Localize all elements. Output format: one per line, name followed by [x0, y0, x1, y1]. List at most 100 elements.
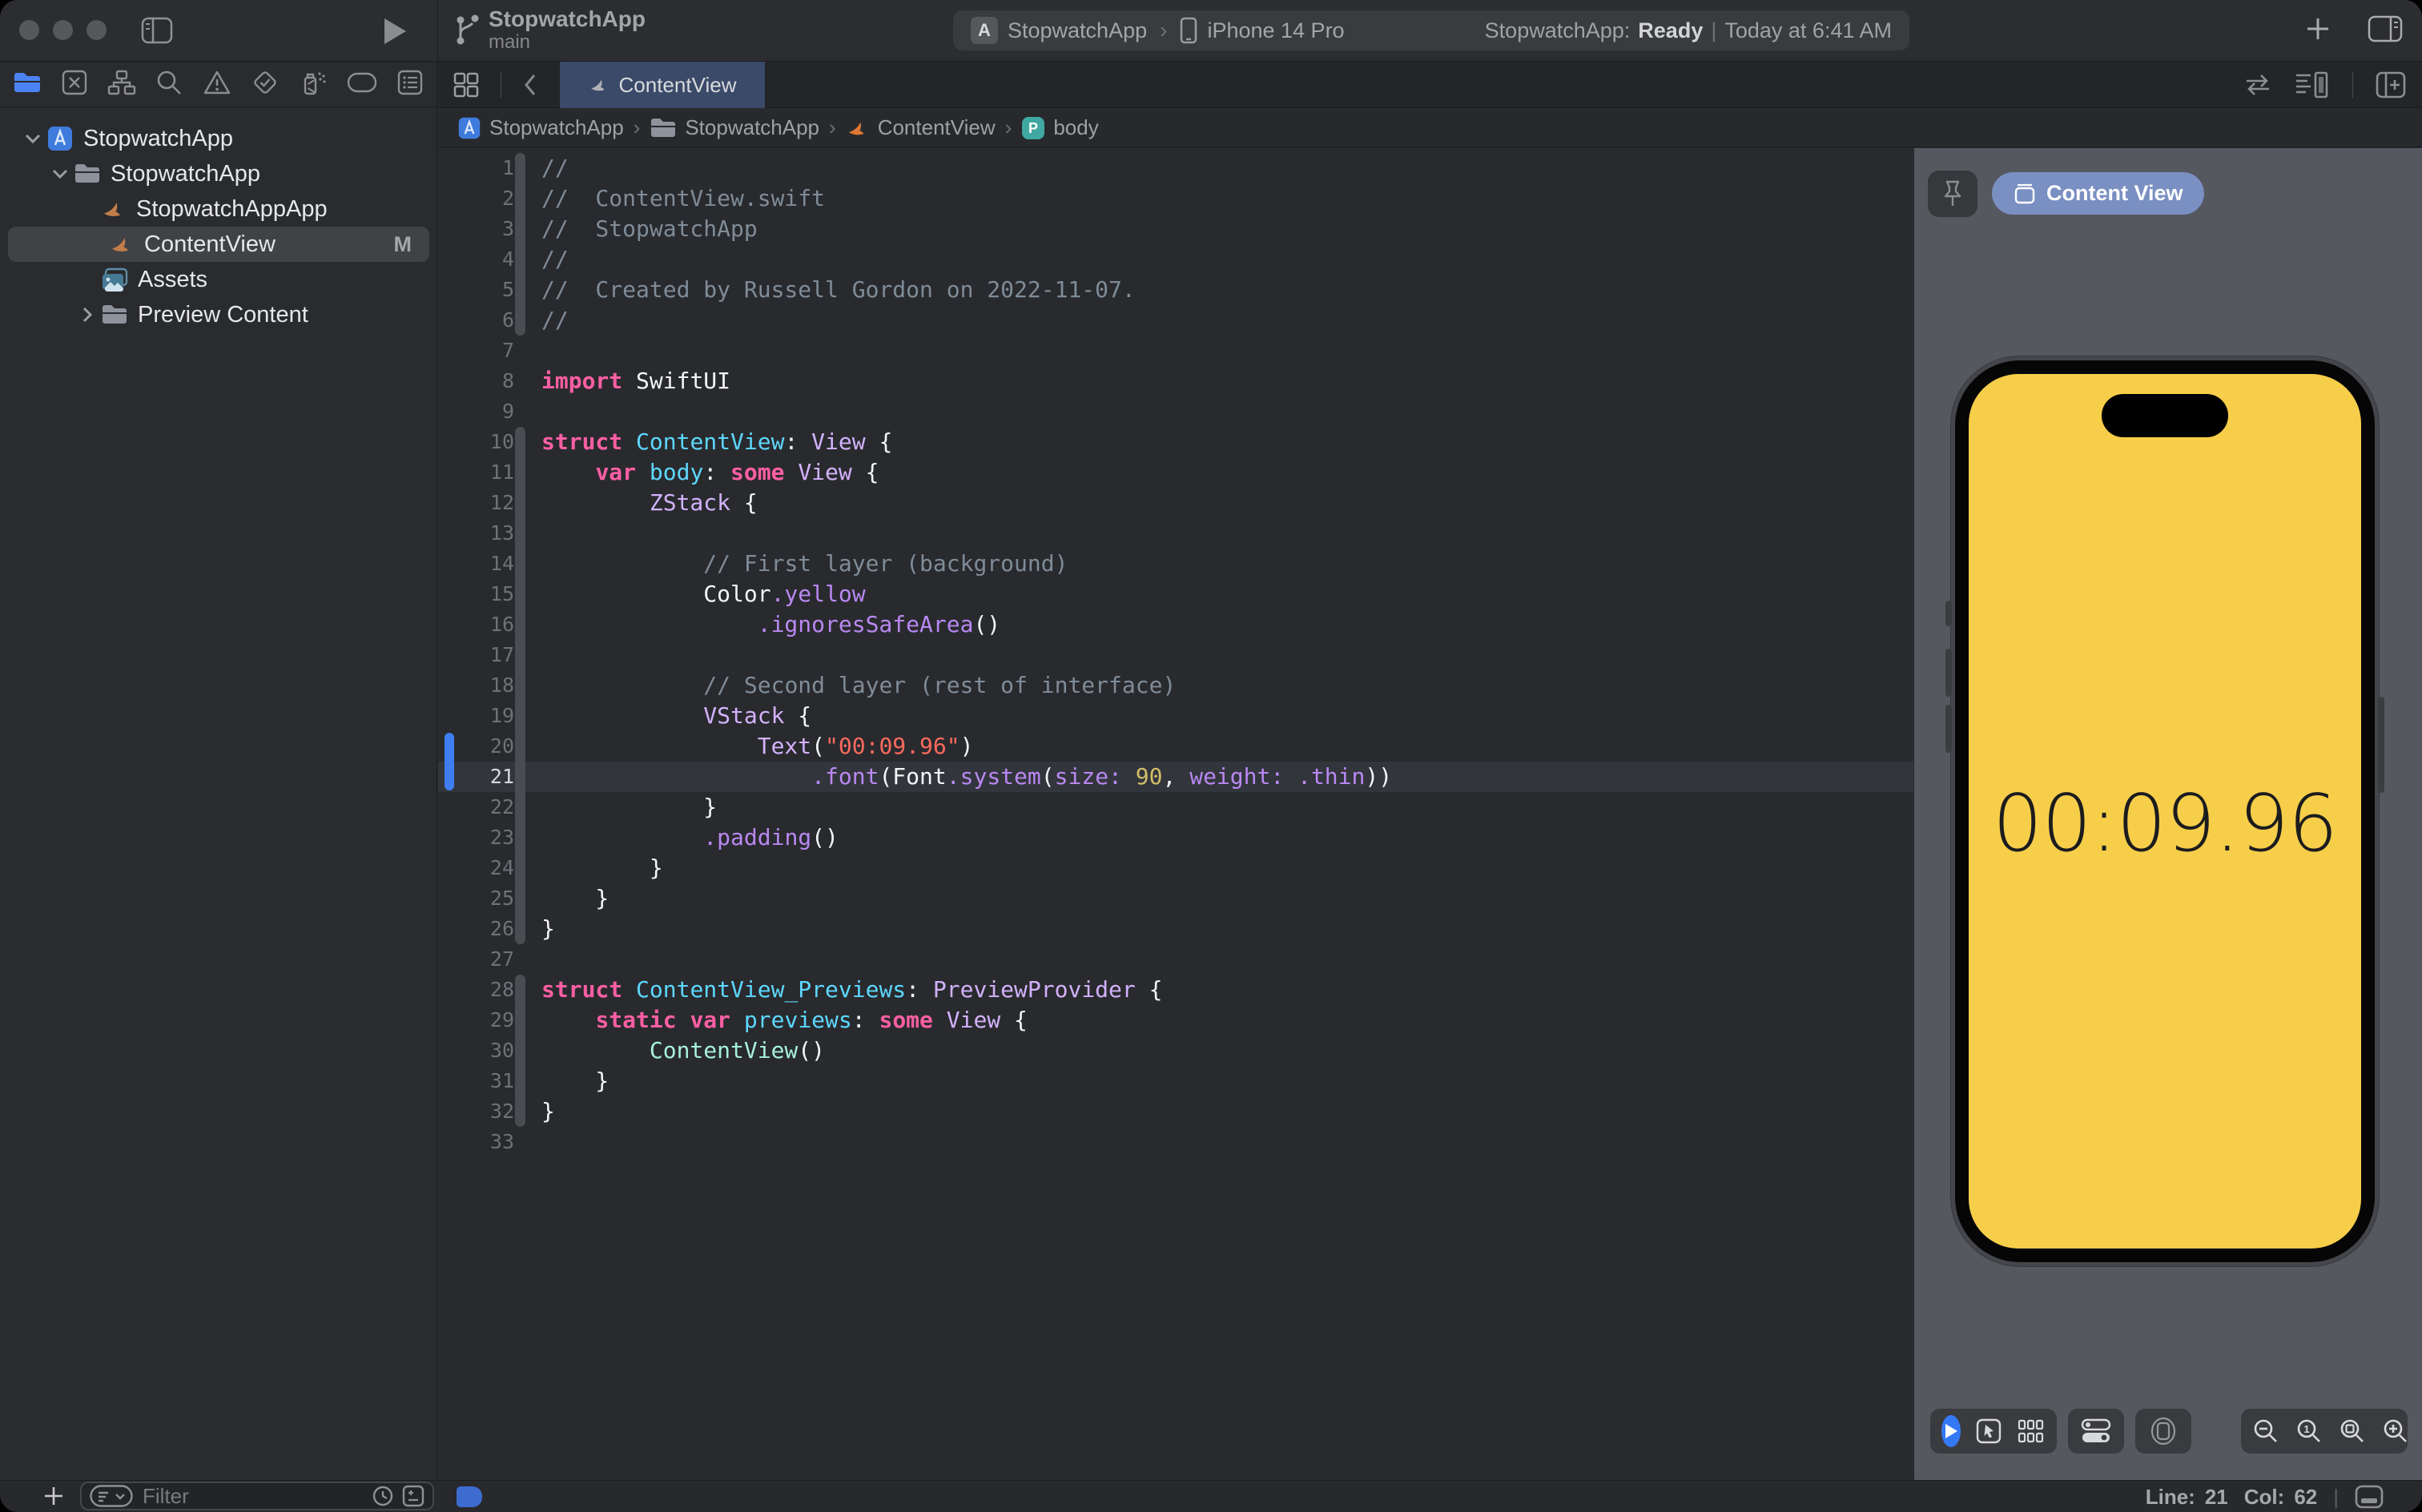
breadcrumb-item-body[interactable]: Pbody — [1021, 115, 1098, 140]
preview-target-pill[interactable]: Content View — [1992, 172, 2204, 215]
code-line-33[interactable]: 33 — [438, 1127, 1913, 1157]
code-text[interactable]: VStack { — [541, 701, 811, 731]
preview-zoom-in-button[interactable] — [2382, 1418, 2409, 1445]
code-line-31[interactable]: 31 } — [438, 1066, 1913, 1096]
line-number[interactable]: 15 — [438, 579, 514, 609]
line-number[interactable]: 14 — [438, 549, 514, 579]
code-line-18[interactable]: 18 // Second layer (rest of interface) — [438, 670, 1913, 701]
code-line-17[interactable]: 17 — [438, 640, 1913, 670]
line-number[interactable]: 31 — [438, 1066, 514, 1096]
code-text[interactable]: struct ContentView: View { — [541, 427, 892, 457]
code-text[interactable]: } — [541, 853, 663, 883]
app-screen[interactable]: 00:09.96 — [1969, 374, 2361, 1249]
editor-layout-icon[interactable] — [2355, 1485, 2384, 1509]
line-number[interactable]: 17 — [438, 640, 514, 670]
navigator-tab-hierarchy[interactable] — [107, 69, 136, 100]
code-text[interactable]: } — [541, 1096, 555, 1127]
line-number[interactable]: 1 — [438, 153, 514, 183]
code-line-28[interactable]: 28 struct ContentView_Previews: PreviewPr… — [438, 975, 1913, 1005]
preview-device-button[interactable] — [2150, 1417, 2177, 1446]
line-number[interactable]: 4 — [438, 244, 514, 275]
code-line-26[interactable]: 26} — [438, 914, 1913, 944]
breadcrumb-item-stopwatchapp[interactable]: StopwatchApp — [650, 115, 819, 140]
code-line-10[interactable]: 10struct ContentView: View { — [438, 427, 1913, 457]
code-line-22[interactable]: 22 } — [438, 792, 1913, 822]
line-number[interactable]: 2 — [438, 183, 514, 214]
code-line-14[interactable]: 14 // First layer (background) — [438, 549, 1913, 579]
line-number[interactable]: 19 — [438, 701, 514, 731]
minimap-icon[interactable] — [2295, 71, 2330, 99]
code-text[interactable]: } — [541, 1066, 609, 1096]
preview-play-filled-button[interactable] — [1941, 1415, 1961, 1447]
code-line-5[interactable]: 5// Created by Russell Gordon on 2022-11… — [438, 275, 1913, 305]
line-number[interactable]: 25 — [438, 883, 514, 914]
navigator-tab-warning[interactable] — [203, 69, 231, 100]
preview-pointer-button[interactable] — [1975, 1418, 2002, 1445]
close-window-button[interactable] — [19, 20, 39, 40]
chevron-down-icon[interactable] — [19, 132, 46, 145]
code-text[interactable]: static var previews: some View { — [541, 1005, 1028, 1035]
toggle-navigator-icon[interactable] — [141, 16, 173, 45]
file-tree-item-assets[interactable]: Assets — [0, 262, 437, 297]
library-plus-icon[interactable] — [2303, 14, 2332, 43]
code-line-30[interactable]: 30 ContentView() — [438, 1035, 1913, 1066]
line-number[interactable]: 13 — [438, 518, 514, 549]
breadcrumb-item-stopwatchapp[interactable]: StopwatchApp — [457, 115, 624, 140]
code-line-9[interactable]: 9 — [438, 396, 1913, 427]
code-text[interactable]: ContentView() — [541, 1035, 825, 1066]
navigator-tab-spray[interactable] — [299, 68, 328, 101]
code-line-27[interactable]: 27 — [438, 944, 1913, 975]
code-line-12[interactable]: 12 ZStack { — [438, 488, 1913, 518]
preview-zoom-actual-button[interactable]: 1 — [2295, 1418, 2323, 1445]
file-tree-item-preview-content[interactable]: Preview Content — [0, 297, 437, 332]
code-text[interactable]: // — [541, 244, 569, 275]
code-text[interactable]: } — [541, 883, 609, 914]
line-number[interactable]: 30 — [438, 1035, 514, 1066]
code-text[interactable]: } — [541, 792, 717, 822]
code-text[interactable]: Text("00:09.96") — [541, 731, 973, 762]
code-line-29[interactable]: 29 static var previews: some View { — [438, 1005, 1913, 1035]
navigator-tab-folder[interactable] — [13, 70, 42, 99]
line-number[interactable]: 5 — [438, 275, 514, 305]
line-number[interactable]: 27 — [438, 944, 514, 975]
code-line-25[interactable]: 25 } — [438, 883, 1913, 914]
recents-clock-icon[interactable] — [372, 1485, 394, 1507]
fold-ribbon[interactable] — [515, 975, 525, 1127]
code-text[interactable]: struct ContentView_Previews: PreviewProv… — [541, 975, 1162, 1005]
code-text[interactable]: .font(Font.system(size: 90, weight: .thi… — [541, 762, 1392, 792]
line-number[interactable]: 12 — [438, 488, 514, 518]
code-text[interactable]: import SwiftUI — [541, 366, 730, 396]
swap-editors-icon[interactable] — [2243, 72, 2272, 98]
navigator-tab-report[interactable] — [396, 69, 424, 100]
minimize-window-button[interactable] — [53, 20, 73, 40]
file-tree-item-stopwatchappapp[interactable]: StopwatchAppApp — [0, 191, 437, 227]
chevron-down-icon[interactable] — [46, 167, 74, 180]
code-line-4[interactable]: 4 // — [438, 244, 1913, 275]
code-line-3[interactable]: 3// StopwatchApp — [438, 214, 1913, 244]
line-number[interactable]: 9 — [438, 396, 514, 427]
line-number[interactable]: 11 — [438, 457, 514, 488]
scm-filter-icon[interactable] — [402, 1485, 424, 1507]
code-line-24[interactable]: 24 } — [438, 853, 1913, 883]
file-tree-item-stopwatchapp[interactable]: StopwatchApp — [0, 156, 437, 191]
tab-overview-icon[interactable] — [453, 71, 480, 99]
line-number[interactable]: 23 — [438, 822, 514, 853]
navigator-tab-capsule[interactable] — [347, 72, 377, 97]
add-editor-icon[interactable] — [2376, 71, 2406, 99]
line-number[interactable]: 28 — [438, 975, 514, 1005]
code-line-2[interactable]: 2// ContentView.swift — [438, 183, 1913, 214]
code-text[interactable]: // — [541, 305, 569, 336]
breadcrumb-item-contentview[interactable]: ContentView — [846, 115, 996, 140]
activity-status[interactable]: StopwatchApp: Ready | Today at 6:41 AM — [1485, 18, 1892, 43]
line-number[interactable]: 16 — [438, 609, 514, 640]
preview-zoom-out-button[interactable] — [2252, 1418, 2279, 1445]
source-editor[interactable]: 1 // 2// ContentView.swift3// StopwatchApp… — [438, 148, 1913, 1480]
code-text[interactable]: .padding() — [541, 822, 839, 853]
line-number[interactable]: 6 — [438, 305, 514, 336]
navigator-tab-search[interactable] — [155, 69, 183, 100]
code-line-21[interactable]: 21 .font(Font.system(size: 90, weight: .… — [438, 762, 1913, 792]
line-number[interactable]: 22 — [438, 792, 514, 822]
line-number[interactable]: 24 — [438, 853, 514, 883]
change-marker[interactable] — [445, 733, 454, 790]
file-tree-item-contentview[interactable]: ContentViewM — [8, 227, 429, 262]
